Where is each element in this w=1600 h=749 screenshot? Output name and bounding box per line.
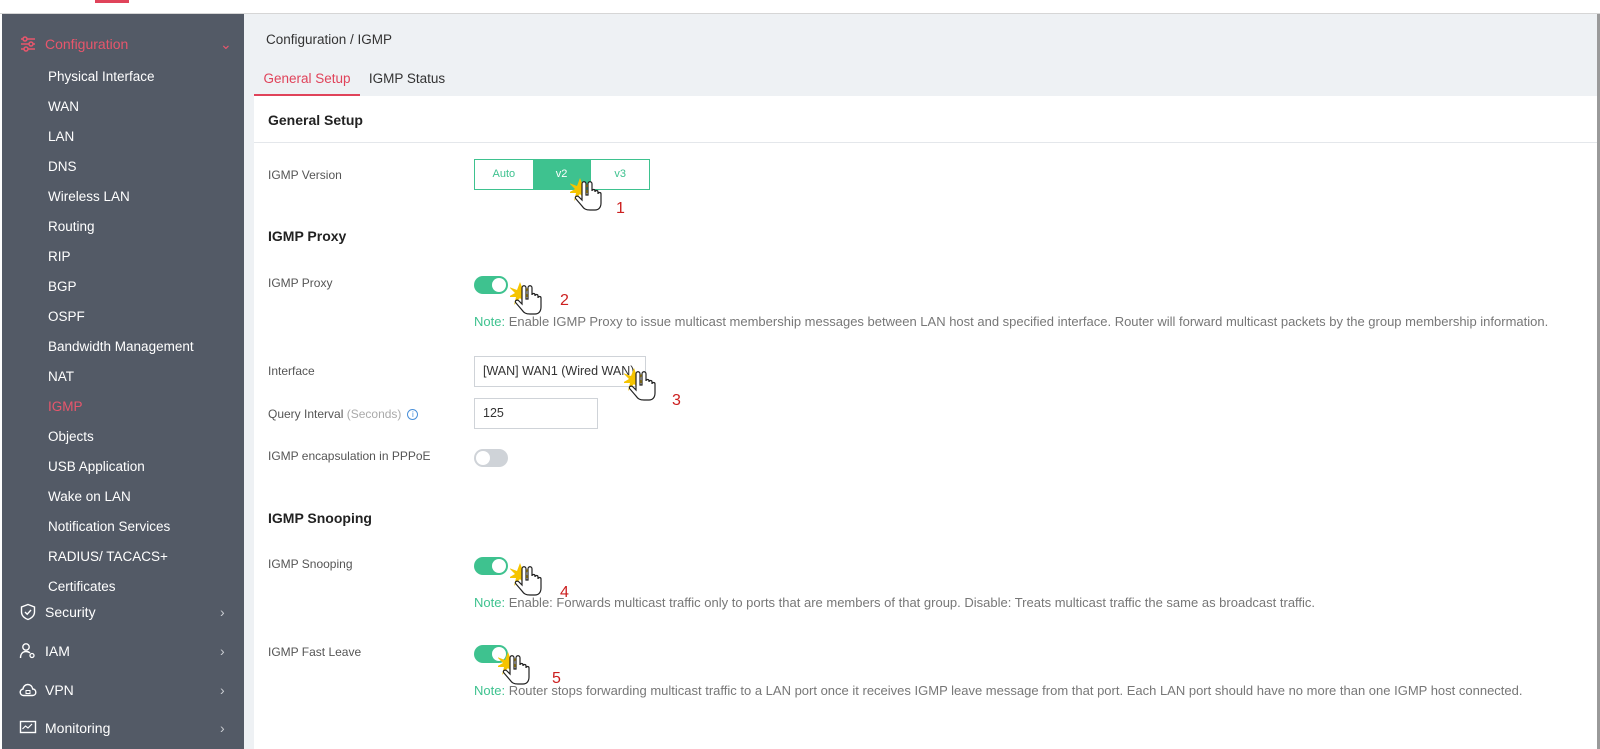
sidebar-item-lan[interactable]: LAN: [48, 125, 74, 149]
igmp-snooping-section-title: IGMP Snooping: [268, 510, 372, 526]
sliders-icon: [21, 36, 35, 52]
sidebar-item-usb-application[interactable]: USB Application: [48, 455, 145, 479]
click-cursor-icon: [498, 652, 530, 685]
sidebar-security[interactable]: Security ›: [2, 594, 244, 630]
sidebar-vpn-label: VPN: [45, 682, 74, 698]
interface-select[interactable]: [WAN] WAN1 (Wired WAN): [474, 356, 646, 387]
note-key: Note:: [474, 314, 506, 329]
sidebar-item-bgp[interactable]: BGP: [48, 275, 77, 299]
igmp-proxy-note: Note: Enable IGMP Proxy to issue multica…: [474, 314, 1548, 329]
query-interval-unit: (Seconds): [346, 407, 402, 421]
monitor-icon: [19, 720, 37, 734]
user-key-icon: [19, 643, 35, 659]
click-cursor-icon: [624, 368, 656, 401]
tab-igmp-status[interactable]: IGMP Status: [362, 66, 452, 96]
sidebar-item-physical-interface[interactable]: Physical Interface: [48, 65, 155, 89]
sidebar-item-objects[interactable]: Objects: [48, 425, 94, 449]
igmp-snooping-toggle[interactable]: [474, 557, 508, 575]
toggle-knob: [476, 451, 490, 465]
toggle-knob: [492, 559, 506, 573]
pppoe-encapsulation-label: IGMP encapsulation in PPPoE: [268, 449, 431, 463]
cloud-lock-icon: [19, 683, 37, 697]
step-number: 5: [552, 670, 561, 687]
step-number: 1: [616, 200, 625, 217]
query-interval-label: Query Interval (Seconds) i: [268, 407, 419, 421]
click-cursor-icon: [510, 282, 542, 315]
note-text: Router stops forwarding multicast traffi…: [505, 683, 1523, 698]
note-key: Note:: [474, 595, 506, 610]
divider: [254, 142, 1600, 143]
click-cursor-icon: [510, 563, 542, 596]
igmp-snooping-label: IGMP Snooping: [268, 557, 353, 571]
main-content: Configuration / IGMP General Setup IGMP …: [244, 14, 1600, 749]
breadcrumb: Configuration / IGMP: [266, 32, 393, 47]
toggle-knob: [492, 278, 506, 292]
click-cursor-icon: [570, 178, 602, 211]
igmp-fast-leave-note: Note: Router stops forwarding multicast …: [474, 683, 1522, 698]
sidebar-iam-label: IAM: [45, 643, 70, 659]
step-number: 3: [672, 392, 681, 409]
top-bar: [0, 0, 1600, 14]
sidebar-item-routing[interactable]: Routing: [48, 215, 95, 239]
igmp-version-label: IGMP Version: [268, 168, 342, 182]
sidebar-item-rip[interactable]: RIP: [48, 245, 71, 269]
interface-label: Interface: [268, 364, 315, 378]
sidebar-security-label: Security: [45, 604, 96, 620]
igmp-fast-leave-label: IGMP Fast Leave: [268, 645, 362, 659]
sidebar-item-notification-services[interactable]: Notification Services: [48, 515, 170, 539]
step-number: 2: [560, 292, 569, 309]
info-icon[interactable]: i: [407, 409, 419, 421]
sidebar-item-nat[interactable]: NAT: [48, 365, 74, 389]
sidebar-item-wan[interactable]: WAN: [48, 95, 79, 119]
sidebar-item-igmp[interactable]: IGMP: [48, 395, 83, 419]
panel-title: General Setup: [268, 112, 363, 128]
sidebar-vpn[interactable]: VPN ›: [2, 672, 244, 708]
step-number: 4: [560, 584, 569, 601]
query-interval-text: Query Interval: [268, 407, 344, 421]
sidebar-item-wireless-lan[interactable]: Wireless LAN: [48, 185, 130, 209]
chevron-right-icon: ›: [220, 720, 225, 736]
sidebar-monitoring-label: Monitoring: [45, 720, 111, 736]
chevron-down-icon: ⌄: [220, 35, 232, 52]
igmp-snooping-note: Note: Enable: Forwards multicast traffic…: [474, 595, 1315, 610]
sidebar-monitoring[interactable]: Monitoring ›: [2, 710, 244, 746]
sidebar-configuration-label: Configuration: [45, 36, 129, 52]
chevron-right-icon: ›: [220, 643, 225, 659]
sidebar-item-wake-on-lan[interactable]: Wake on LAN: [48, 485, 131, 509]
query-interval-input[interactable]: 125: [474, 398, 598, 429]
chevron-right-icon: ›: [220, 682, 225, 698]
igmp-version-selector: Auto v2 v3: [474, 159, 650, 190]
shield-icon: [20, 603, 36, 621]
sidebar-configuration[interactable]: Configuration ⌄: [2, 26, 244, 62]
sidebar-item-ospf[interactable]: OSPF: [48, 305, 85, 329]
sidebar-item-dns[interactable]: DNS: [48, 155, 77, 179]
note-text: Enable: Forwards multicast traffic only …: [505, 595, 1316, 610]
igmp-proxy-section-title: IGMP Proxy: [268, 228, 347, 244]
top-brand-mark: [95, 0, 129, 3]
sidebar: Configuration ⌄ Physical Interface WAN LAN…: [2, 14, 244, 749]
pppoe-encapsulation-toggle[interactable]: [474, 449, 508, 467]
igmp-proxy-label: IGMP Proxy: [268, 276, 333, 290]
sidebar-item-radius-tacacs[interactable]: RADIUS/ TACACS+: [48, 545, 168, 569]
version-option-auto[interactable]: Auto: [475, 160, 533, 189]
sidebar-item-bandwidth-management[interactable]: Bandwidth Management: [48, 335, 194, 359]
tab-general-setup[interactable]: General Setup: [254, 66, 360, 96]
sidebar-iam[interactable]: IAM ›: [2, 633, 244, 669]
igmp-proxy-toggle[interactable]: [474, 276, 508, 294]
general-setup-panel: General Setup IGMP Version Auto v2 v3 IG…: [254, 96, 1600, 749]
chevron-right-icon: ›: [220, 604, 225, 620]
note-text: Enable IGMP Proxy to issue multicast mem…: [505, 314, 1549, 329]
